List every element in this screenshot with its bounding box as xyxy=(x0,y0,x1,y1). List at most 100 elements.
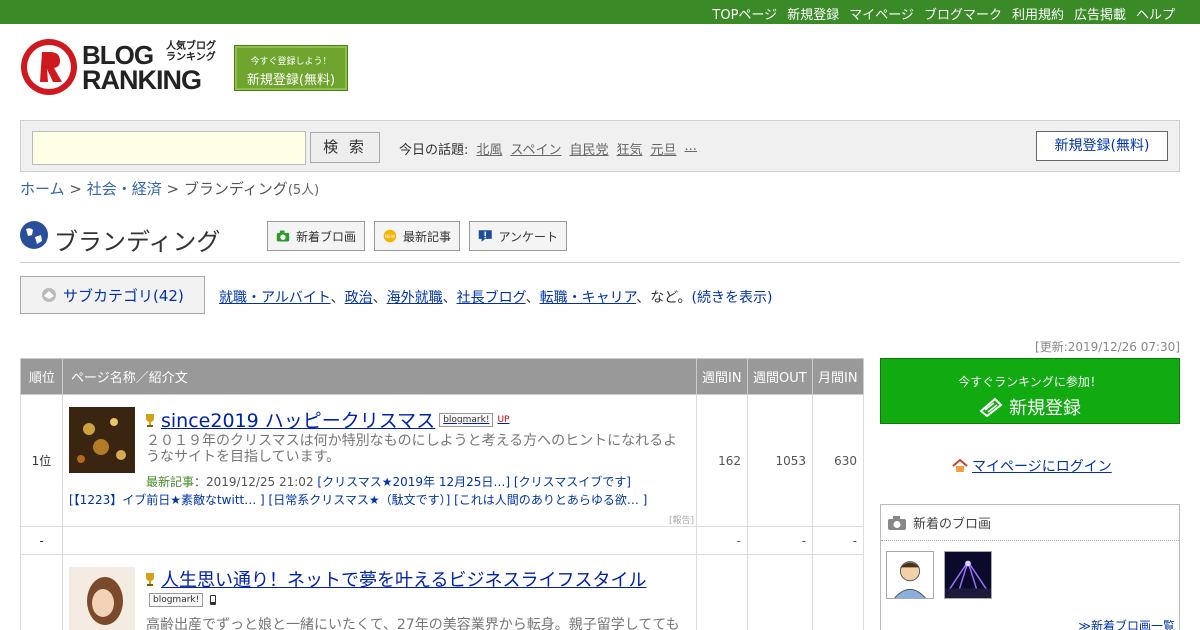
topic-more-link[interactable]: ... xyxy=(685,139,697,158)
updated-timestamp: [更新:2019/12/26 07:30] xyxy=(1035,340,1180,354)
blog-thumbnail[interactable] xyxy=(69,407,135,473)
week-out-value: 1053 xyxy=(747,394,813,527)
week-in-value xyxy=(696,554,748,630)
concert-thumbnail[interactable] xyxy=(944,551,992,599)
week-out-value xyxy=(747,554,813,630)
register-badge-label: 新規登録(無料) xyxy=(246,73,336,88)
blog-thumbnail[interactable] xyxy=(69,567,135,630)
subcategory-link[interactable]: 海外就職 xyxy=(387,290,443,306)
logo-sub2: ランキング xyxy=(166,52,216,63)
more-article-links[interactable]: [【1223】イブ前日★素敵なtwitt… ] [日常系クリスマス★（駄文です）… xyxy=(69,493,647,507)
topic-link[interactable]: 元旦 xyxy=(651,139,677,158)
header-week-in: 週間IN xyxy=(696,358,748,395)
svg-text:NEW: NEW xyxy=(385,234,395,239)
logo-subtext: 人気ブログ ランキング xyxy=(166,41,216,63)
new-images-list-link[interactable]: ≫新着ブロ画一覧 xyxy=(1078,617,1175,630)
join-small-text: 今すぐランキングに参加！ xyxy=(958,375,1102,389)
subcategory-button[interactable]: サブカテゴリ(42) xyxy=(20,276,205,314)
table-row: 1位 since2019 ハッピークリスマス blogmark! UP ２０１９… xyxy=(20,394,864,527)
latest-article-link[interactable]: [クリスマス★2019年 12月25日… xyxy=(317,475,505,489)
report-link[interactable]: [報告] xyxy=(669,513,694,526)
top-nav-blogmark[interactable]: ブログマーク xyxy=(924,4,1002,23)
entry-title-link[interactable]: since2019 ハッピークリスマス blogmark! UP xyxy=(143,406,509,433)
logo-text-ranking: RANKING xyxy=(82,65,202,95)
subcategory-label: サブカテゴリ(42) xyxy=(63,286,184,305)
table-row: - - - - xyxy=(20,526,864,555)
latest-articles-button[interactable]: NEW 最新記事 xyxy=(374,221,460,251)
header-rank: 順位 xyxy=(20,358,63,395)
week-in-value: 162 xyxy=(696,394,748,527)
breadcrumb: ホーム > 社会・経済 > ブランディング(5人) xyxy=(20,178,319,199)
register-badge[interactable]: 今すぐ登録しよう！ 新規登録(無料) xyxy=(234,45,348,91)
search-input[interactable] xyxy=(32,131,306,165)
entry-description: 高齢出産でずっと娘と一緒にいたくて、27年の美容業界から転身。親子留学してても xyxy=(146,617,680,630)
mobile-icon xyxy=(210,595,217,605)
logo-mark-icon xyxy=(21,39,77,95)
month-in-value xyxy=(812,554,864,630)
breadcrumb-current: ブランディング xyxy=(183,180,288,198)
subcategory-link[interactable]: 転職・キャリア xyxy=(540,290,637,306)
top-nav-terms[interactable]: 利用規約 xyxy=(1012,4,1064,23)
divider xyxy=(20,262,1180,263)
ranking-table: 順位 ページ名称／紹介文 週間IN 週間OUT 月間IN 1位 since201… xyxy=(20,358,864,630)
join-ranking-button[interactable]: 今すぐランキングに参加！ 新規登録 xyxy=(880,358,1180,424)
blogmark-badge[interactable]: blogmark! xyxy=(149,593,204,607)
topic-link[interactable]: 北風 xyxy=(476,139,502,158)
entry-cell: since2019 ハッピークリスマス blogmark! UP ２０１９年のク… xyxy=(62,394,697,527)
trophy-icon xyxy=(146,573,154,586)
blogmark-badge[interactable]: blogmark! xyxy=(439,412,494,427)
topic-link[interactable]: 狂気 xyxy=(617,139,643,158)
subcategory-more-link[interactable]: (続きを表示) xyxy=(692,290,773,306)
avatar-thumbnail[interactable] xyxy=(886,551,934,599)
rank-cell: 2位 xyxy=(20,554,63,630)
subcategory-suffix: 、など。 xyxy=(636,290,692,306)
subcategory-link[interactable]: 政治 xyxy=(345,290,373,306)
entry-description: ２０１９年のクリスマスは何か特別なものにしようと考える方へのヒントになれるような… xyxy=(146,433,678,465)
subcategory-link[interactable]: 社長ブログ xyxy=(457,290,526,306)
week-out-value: - xyxy=(747,526,813,555)
top-nav: TOPページ 新規登録 マイページ ブログマーク 利用規約 広告掲載 ヘルプ xyxy=(712,4,1175,23)
latest-label: 最新記事 xyxy=(146,475,195,489)
month-in-value: - xyxy=(812,526,864,555)
top-bar: TOPページ 新規登録 マイページ ブログマーク 利用規約 広告掲載 ヘルプ xyxy=(0,0,1200,24)
new-images-panel-header: 新着のブロ画 xyxy=(881,505,1179,541)
table-row: 2位 人生思い通り！ネットで夢を叶えるビジネスライフスタイル blogmark!… xyxy=(20,554,864,630)
survey-label: アンケート xyxy=(498,229,558,244)
login-label: マイページにログイン xyxy=(972,459,1112,475)
header-month-in: 月間IN xyxy=(812,358,864,395)
breadcrumb-sep: > xyxy=(166,180,180,198)
entry-cell: 人生思い通り！ネットで夢を叶えるビジネスライフスタイル blogmark! 高齢… xyxy=(62,554,697,630)
register-button[interactable]: 新規登録(無料) xyxy=(1036,131,1168,161)
search-button[interactable]: 検 索 xyxy=(310,132,380,163)
home-icon xyxy=(952,459,968,472)
month-in-value: 630 xyxy=(812,394,864,527)
latest-article-link[interactable]: ] [クリスマスイブです] xyxy=(505,475,631,489)
survey-button[interactable]: アンケート xyxy=(469,221,567,251)
new-images-button[interactable]: 新着ブロ画 xyxy=(267,221,365,251)
pen-icon xyxy=(979,397,1003,417)
join-label: 新規登録 xyxy=(1009,398,1081,419)
top-nav-top[interactable]: TOPページ xyxy=(712,4,777,23)
site-logo[interactable]: BLOG RANKING 人気ブログ ランキング xyxy=(20,38,225,98)
login-link[interactable]: マイページにログイン xyxy=(952,456,1112,476)
entry-title: 人生思い通り！ネットで夢を叶えるビジネスライフスタイル xyxy=(161,570,647,591)
rank-cell: - xyxy=(20,526,63,555)
breadcrumb-parent[interactable]: 社会・経済 xyxy=(87,180,162,198)
camera-icon xyxy=(276,230,290,242)
topic-link[interactable]: スペイン xyxy=(510,139,561,158)
breadcrumb-home[interactable]: ホーム xyxy=(20,180,65,198)
top-nav-ads[interactable]: 広告掲載 xyxy=(1074,4,1126,23)
latest-date: ：2019/12/25 21:02 xyxy=(194,475,314,489)
more-articles-line: [【1223】イブ前日★素敵なtwitt… ] [日常系クリスマス★（駄文です）… xyxy=(69,491,647,508)
top-nav-register[interactable]: 新規登録 xyxy=(787,4,839,23)
top-nav-help[interactable]: ヘルプ xyxy=(1136,4,1175,23)
top-nav-mypage[interactable]: マイページ xyxy=(849,4,914,23)
entry-title-link[interactable]: 人生思い通り！ネットで夢を叶えるビジネスライフスタイル xyxy=(143,566,646,592)
subcategory-link[interactable]: 就職・アルバイト xyxy=(219,290,331,306)
register-badge-small: 今すぐ登録しよう！ xyxy=(250,57,332,67)
new-images-panel: 新着のブロ画 ≫新着ブロ画一覧 xyxy=(880,504,1180,630)
new-images-panel-title: 新着のブロ画 xyxy=(913,517,992,532)
breadcrumb-sep: > xyxy=(69,180,82,198)
breadcrumb-count: (5人) xyxy=(287,183,320,198)
topic-link[interactable]: 自民党 xyxy=(570,139,609,158)
